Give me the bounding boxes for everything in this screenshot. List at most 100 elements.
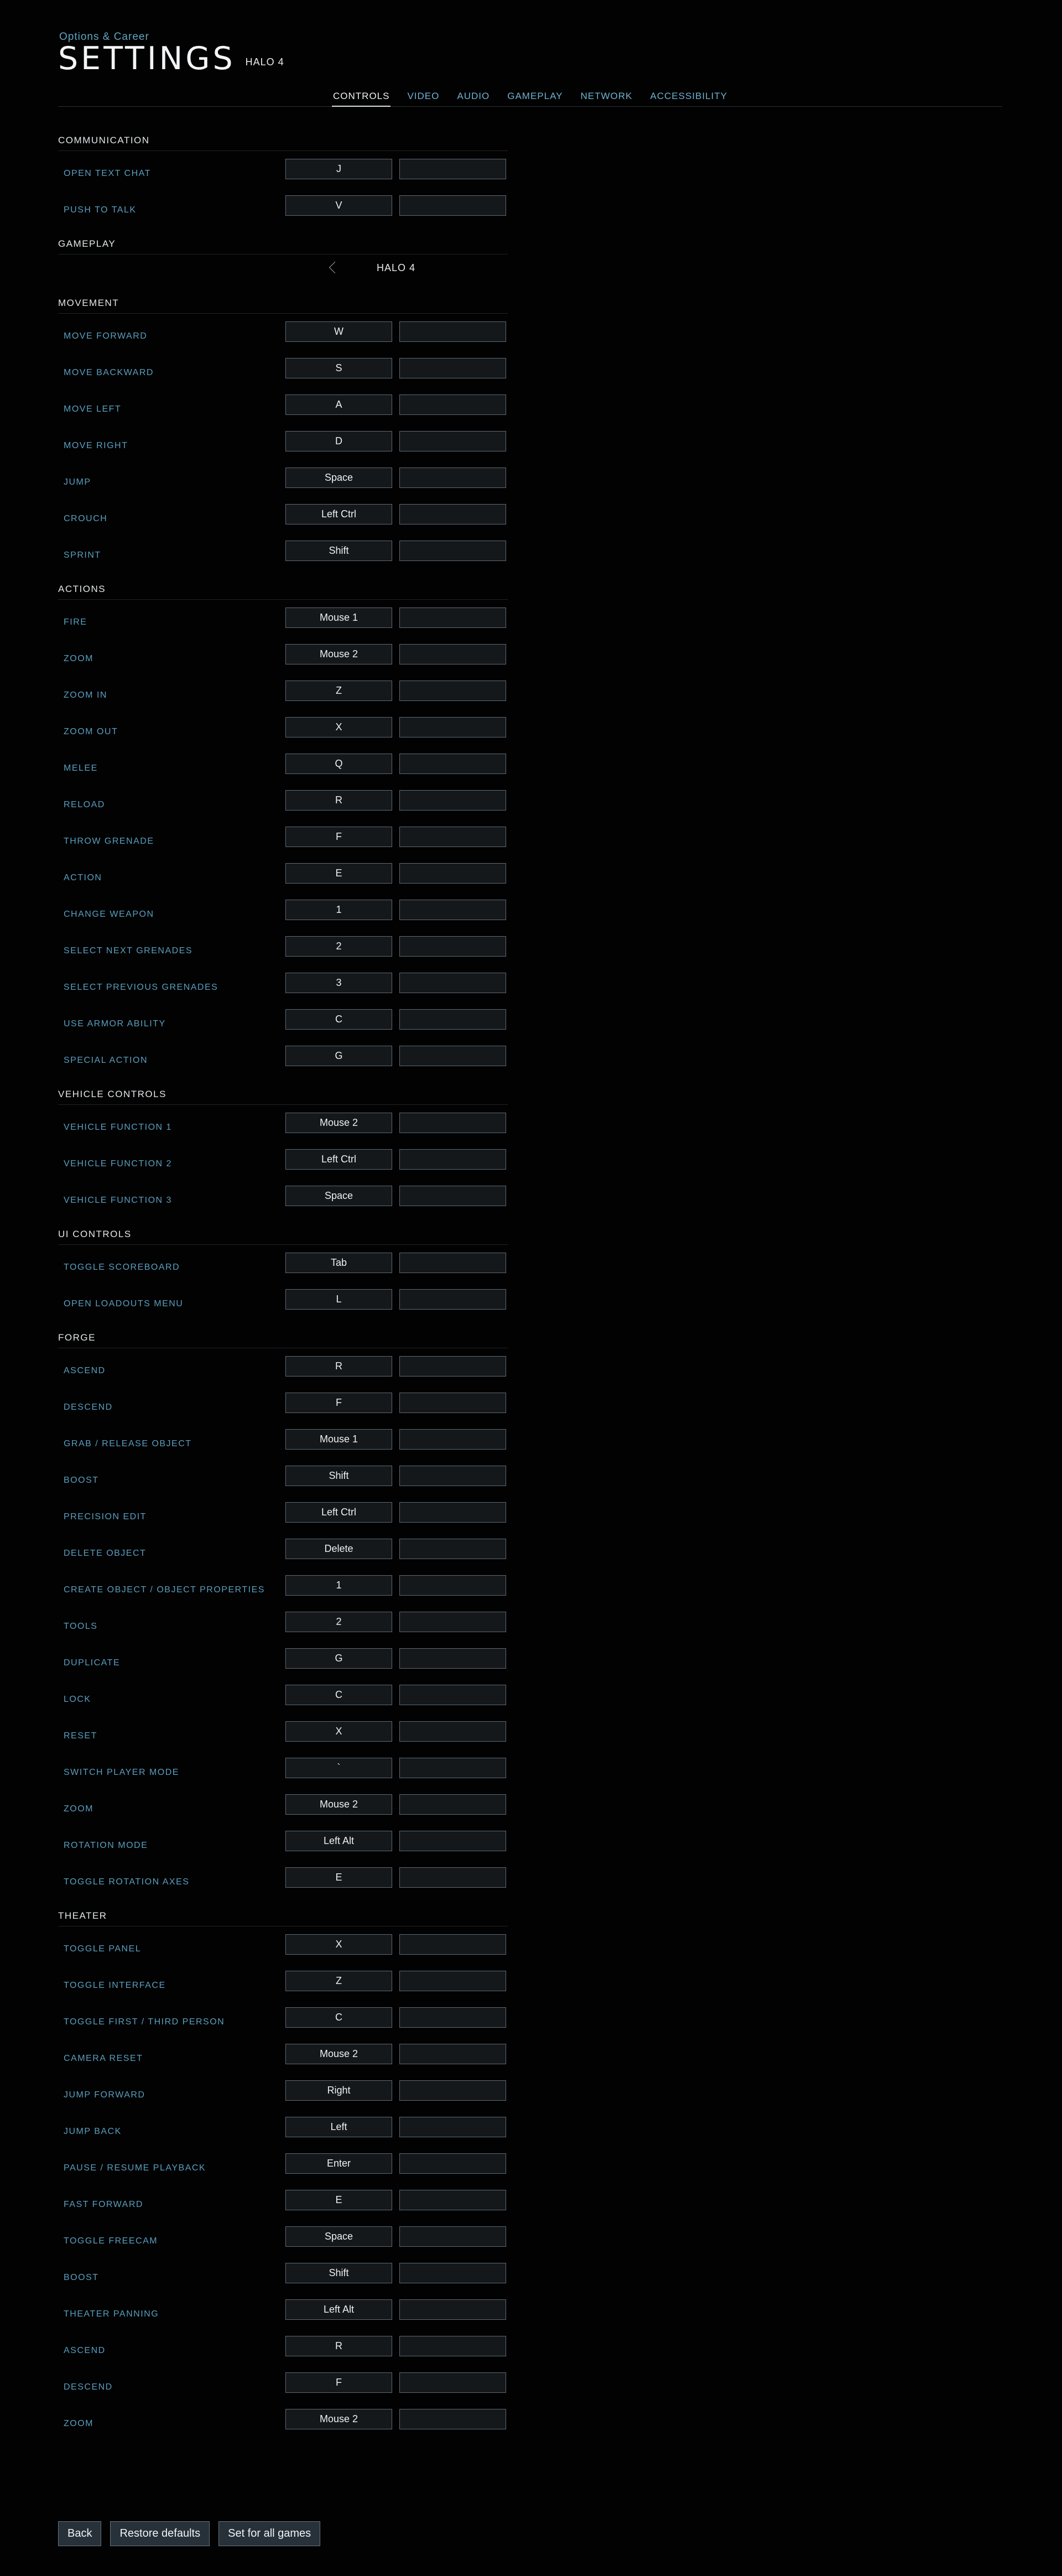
secondary-binding[interactable]: [399, 1721, 506, 1742]
primary-binding[interactable]: W: [285, 321, 392, 342]
primary-binding[interactable]: R: [285, 790, 392, 811]
primary-binding[interactable]: Space: [285, 2226, 392, 2247]
primary-binding[interactable]: F: [285, 2372, 392, 2393]
primary-binding[interactable]: G: [285, 1046, 392, 1066]
secondary-binding[interactable]: [399, 1758, 506, 1778]
secondary-binding[interactable]: [399, 1429, 506, 1450]
secondary-binding[interactable]: [399, 863, 506, 884]
back-button[interactable]: Back: [58, 2521, 102, 2546]
secondary-binding[interactable]: [399, 1612, 506, 1632]
primary-binding[interactable]: C: [285, 2007, 392, 2028]
primary-binding[interactable]: Left Alt: [285, 2299, 392, 2320]
secondary-binding[interactable]: [399, 1393, 506, 1413]
tab-gameplay[interactable]: GAMEPLAY: [506, 89, 564, 106]
secondary-binding[interactable]: [399, 2336, 506, 2356]
primary-binding[interactable]: Space: [285, 468, 392, 488]
primary-binding[interactable]: 1: [285, 1575, 392, 1596]
primary-binding[interactable]: Left Alt: [285, 1831, 392, 1851]
primary-binding[interactable]: Left: [285, 2117, 392, 2137]
primary-binding[interactable]: Left Ctrl: [285, 1502, 392, 1523]
secondary-binding[interactable]: [399, 1934, 506, 1955]
secondary-binding[interactable]: [399, 1502, 506, 1523]
secondary-binding[interactable]: [399, 644, 506, 664]
primary-binding[interactable]: Mouse 2: [285, 1794, 392, 1815]
secondary-binding[interactable]: [399, 2263, 506, 2283]
secondary-binding[interactable]: [399, 900, 506, 920]
primary-binding[interactable]: F: [285, 827, 392, 847]
secondary-binding[interactable]: [399, 468, 506, 488]
secondary-binding[interactable]: [399, 1539, 506, 1559]
primary-binding[interactable]: 1: [285, 900, 392, 920]
secondary-binding[interactable]: [399, 504, 506, 524]
game-selector[interactable]: HALO 4: [58, 261, 508, 290]
primary-binding[interactable]: Delete: [285, 1539, 392, 1559]
primary-binding[interactable]: E: [285, 1867, 392, 1888]
secondary-binding[interactable]: [399, 1046, 506, 1066]
secondary-binding[interactable]: [399, 1113, 506, 1133]
secondary-binding[interactable]: [399, 1971, 506, 1991]
primary-binding[interactable]: 3: [285, 973, 392, 993]
restore-defaults-button[interactable]: Restore defaults: [110, 2521, 210, 2546]
primary-binding[interactable]: Mouse 2: [285, 2409, 392, 2429]
primary-binding[interactable]: Mouse 2: [285, 2044, 392, 2064]
primary-binding[interactable]: Q: [285, 754, 392, 774]
primary-binding[interactable]: E: [285, 2190, 392, 2210]
primary-binding[interactable]: C: [285, 1685, 392, 1705]
primary-binding[interactable]: X: [285, 1934, 392, 1955]
primary-binding[interactable]: Space: [285, 1186, 392, 1206]
secondary-binding[interactable]: [399, 1867, 506, 1888]
primary-binding[interactable]: X: [285, 1721, 392, 1742]
primary-binding[interactable]: Z: [285, 1971, 392, 1991]
primary-binding[interactable]: S: [285, 358, 392, 378]
primary-binding[interactable]: 2: [285, 936, 392, 957]
primary-binding[interactable]: Shift: [285, 2263, 392, 2283]
primary-binding[interactable]: Enter: [285, 2153, 392, 2174]
secondary-binding[interactable]: [399, 1149, 506, 1170]
primary-binding[interactable]: G: [285, 1648, 392, 1669]
primary-binding[interactable]: F: [285, 1393, 392, 1413]
secondary-binding[interactable]: [399, 195, 506, 216]
tab-controls[interactable]: CONTROLS: [332, 89, 391, 107]
primary-binding[interactable]: V: [285, 195, 392, 216]
primary-binding[interactable]: Mouse 1: [285, 607, 392, 628]
primary-binding[interactable]: Right: [285, 2080, 392, 2101]
secondary-binding[interactable]: [399, 2299, 506, 2320]
tab-accessibility[interactable]: ACCESSIBILITY: [649, 89, 728, 106]
secondary-binding[interactable]: [399, 1009, 506, 1030]
secondary-binding[interactable]: [399, 2226, 506, 2247]
primary-binding[interactable]: C: [285, 1009, 392, 1030]
secondary-binding[interactable]: [399, 681, 506, 701]
secondary-binding[interactable]: [399, 1685, 506, 1705]
primary-binding[interactable]: X: [285, 717, 392, 738]
primary-binding[interactable]: J: [285, 159, 392, 179]
secondary-binding[interactable]: [399, 717, 506, 738]
secondary-binding[interactable]: [399, 2007, 506, 2028]
primary-binding[interactable]: 2: [285, 1612, 392, 1632]
secondary-binding[interactable]: [399, 2117, 506, 2137]
primary-binding[interactable]: Z: [285, 681, 392, 701]
secondary-binding[interactable]: [399, 1253, 506, 1273]
secondary-binding[interactable]: [399, 827, 506, 847]
primary-binding[interactable]: L: [285, 1289, 392, 1310]
secondary-binding[interactable]: [399, 2190, 506, 2210]
set-for-all-games-button[interactable]: Set for all games: [218, 2521, 321, 2546]
primary-binding[interactable]: Left Ctrl: [285, 1149, 392, 1170]
secondary-binding[interactable]: [399, 2153, 506, 2174]
primary-binding[interactable]: Tab: [285, 1253, 392, 1273]
secondary-binding[interactable]: [399, 2044, 506, 2064]
primary-binding[interactable]: D: [285, 431, 392, 451]
secondary-binding[interactable]: [399, 1794, 506, 1815]
secondary-binding[interactable]: [399, 358, 506, 378]
secondary-binding[interactable]: [399, 754, 506, 774]
primary-binding[interactable]: Shift: [285, 541, 392, 561]
secondary-binding[interactable]: [399, 394, 506, 415]
primary-binding[interactable]: Left Ctrl: [285, 504, 392, 524]
chevron-left-icon[interactable]: [329, 261, 341, 274]
tab-audio[interactable]: AUDIO: [456, 89, 491, 106]
secondary-binding[interactable]: [399, 431, 506, 451]
secondary-binding[interactable]: [399, 159, 506, 179]
primary-binding[interactable]: A: [285, 394, 392, 415]
secondary-binding[interactable]: [399, 936, 506, 957]
secondary-binding[interactable]: [399, 2409, 506, 2429]
secondary-binding[interactable]: [399, 1648, 506, 1669]
